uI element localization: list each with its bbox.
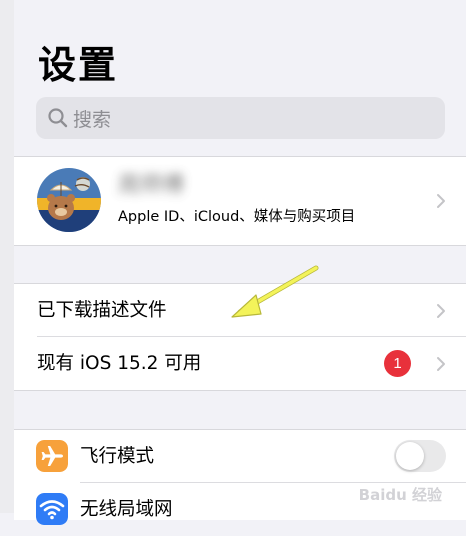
airplane-mode-label: 飞行模式 [80,446,155,467]
ios-update-label: 现有 iOS 15.2 可用 [37,353,202,374]
avatar [37,168,101,232]
chevron-right-icon [437,194,445,208]
wifi-icon [36,493,68,525]
profile-subtitle: Apple ID、iCloud、媒体与购买项目 [118,209,356,225]
left-edge-strip [0,0,14,513]
downloaded-profile-label: 已下载描述文件 [37,300,167,321]
toggle-knob [396,442,424,470]
search-icon [48,108,68,128]
airplane-mode-row: 飞行模式 [14,430,466,483]
notification-badge: 1 [384,350,411,377]
airplane-icon [36,440,68,472]
yellow-arrow-annotation [231,265,319,318]
page-title: 设置 [38,43,119,87]
apple-id-profile-row[interactable]: 周师傅 Apple ID、iCloud、媒体与购买项目 [14,156,466,246]
airplane-mode-toggle[interactable] [394,440,446,472]
search-placeholder[interactable]: 搜索 [73,105,111,132]
profile-name-blurred: 周师傅 [118,173,185,198]
search-bar[interactable]: 搜索 [36,97,445,139]
ios-update-available-row[interactable]: 现有 iOS 15.2 可用 1 [14,337,466,390]
baidu-watermark: Baidu 经验 [358,486,442,504]
chevron-right-icon [437,357,445,371]
chevron-right-icon [437,304,445,318]
wifi-label: 无线局域网 [80,499,173,520]
connectivity-group: 飞行模式 无线局域网 [14,429,466,525]
